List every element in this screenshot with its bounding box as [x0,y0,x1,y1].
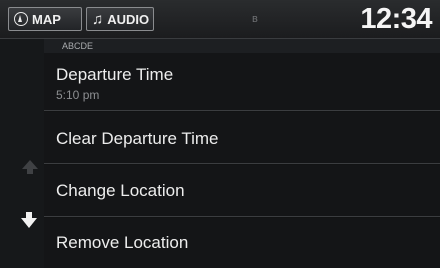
scroll-bar [0,39,44,268]
options-list: ABCDE Departure Time 5:10 pm Clear Depar… [44,39,440,268]
compass-icon [14,12,28,26]
list-item-clear-departure-time[interactable]: Clear Departure Time [44,112,440,164]
list-item-label: Change Location [56,181,185,200]
list-item-sublabel: 5:10 pm [56,88,100,102]
list-item-label: Departure Time [56,65,174,84]
audio-button-label: AUDIO [107,11,150,27]
map-button[interactable]: MAP [8,7,82,31]
music-note-icon: ♫ [92,10,104,28]
scroll-up-arrow-icon[interactable] [22,160,38,169]
list-subheading: ABCDE [44,39,440,53]
scroll-up-arrow-stem [27,169,33,174]
clock: 12:34 [360,3,432,35]
list-item-departure-time[interactable]: Departure Time 5:10 pm [44,53,440,111]
bluetooth-icon: ʙ [252,13,258,25]
map-button-label: MAP [32,11,61,27]
scroll-down-arrow-icon[interactable] [21,218,37,228]
list-item-label: Remove Location [56,233,189,252]
list-item-change-location[interactable]: Change Location [44,165,440,217]
status-bar: MAP ♫ AUDIO ʙ 12:34 [0,0,440,39]
list-item-remove-location[interactable]: Remove Location [44,218,440,268]
nav-screen: MAP ♫ AUDIO ʙ 12:34 ABCDE Departure Time… [0,0,440,268]
audio-button[interactable]: ♫ AUDIO [86,7,154,31]
list-item-label: Clear Departure Time [56,129,219,148]
